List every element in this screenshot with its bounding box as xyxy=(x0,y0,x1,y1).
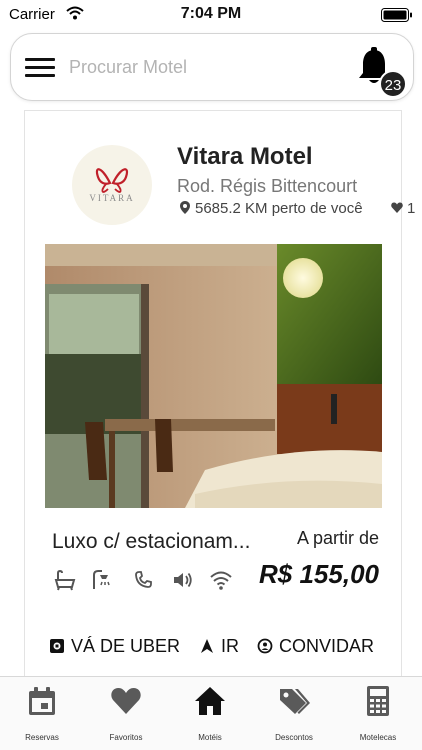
tab-descontos[interactable]: Descontos xyxy=(252,677,336,750)
go-button[interactable]: IR xyxy=(199,634,239,658)
go-label: IR xyxy=(221,635,239,656)
price-value: R$ 155,00 xyxy=(259,559,379,589)
logo-text: VITARA xyxy=(89,193,135,203)
location-pin-icon xyxy=(180,201,190,214)
tab-label: Descontos xyxy=(275,733,313,742)
tab-label: Reservas xyxy=(25,733,59,742)
uber-icon xyxy=(50,639,64,653)
heart-icon xyxy=(111,688,141,714)
room-photo[interactable] xyxy=(45,244,382,508)
invite-label: CONVIDAR xyxy=(279,635,375,656)
invite-icon xyxy=(257,638,273,654)
uber-label: VÁ DE UBER xyxy=(71,635,181,656)
uber-button[interactable]: VÁ DE UBER xyxy=(49,634,180,658)
actions-row: VÁ DE UBER IR CONVIDAR xyxy=(49,634,389,658)
price-prefix: A partir de xyxy=(296,528,379,548)
calendar-icon xyxy=(29,687,55,715)
motel-name[interactable]: Vitara Motel xyxy=(177,143,313,171)
tab-label: Motéis xyxy=(198,733,222,742)
hamburger-icon[interactable] xyxy=(25,56,57,80)
phone-icon xyxy=(135,571,152,588)
invite-button[interactable]: CONVIDAR xyxy=(257,634,374,658)
tab-reservas[interactable]: Reservas xyxy=(0,677,84,750)
tab-label: Favoritos xyxy=(109,733,143,742)
favorites-count: 1 xyxy=(407,200,416,217)
motel-logo: VITARA xyxy=(72,145,152,225)
search-input[interactable] xyxy=(69,52,339,82)
battery-icon xyxy=(381,8,412,22)
bathtub-icon xyxy=(54,569,76,591)
room-name: Luxo c/ estacionam... xyxy=(52,530,251,553)
tab-moteis[interactable]: Motéis xyxy=(168,677,252,750)
home-icon xyxy=(195,687,225,715)
navigation-arrow-icon xyxy=(201,639,213,653)
clock: 7:04 PM xyxy=(180,5,242,22)
tab-label: Motelecas xyxy=(359,733,397,742)
search-bar: 23 xyxy=(10,33,414,101)
calculator-icon xyxy=(367,686,389,716)
tab-favoritos[interactable]: Favoritos xyxy=(84,677,168,750)
tags-icon xyxy=(280,689,310,714)
notification-badge[interactable]: 23 xyxy=(379,70,407,98)
wifi-icon xyxy=(210,571,232,590)
motel-address: Rod. Régis Bittencourt xyxy=(177,176,358,196)
amenities-row xyxy=(54,569,244,593)
heart-icon xyxy=(391,202,403,213)
tab-bar: Reservas Favoritos Motéis Descontos Mote… xyxy=(0,676,422,750)
shower-icon xyxy=(93,570,110,589)
tab-motelecas[interactable]: Motelecas xyxy=(336,677,420,750)
status-bar: Carrier 7:04 PM xyxy=(0,0,422,28)
distance-label: 5685.2 KM perto de você xyxy=(195,200,363,217)
speaker-icon xyxy=(174,572,192,588)
motel-card[interactable]: VITARA Vitara Motel Rod. Régis Bittencou… xyxy=(24,110,415,680)
